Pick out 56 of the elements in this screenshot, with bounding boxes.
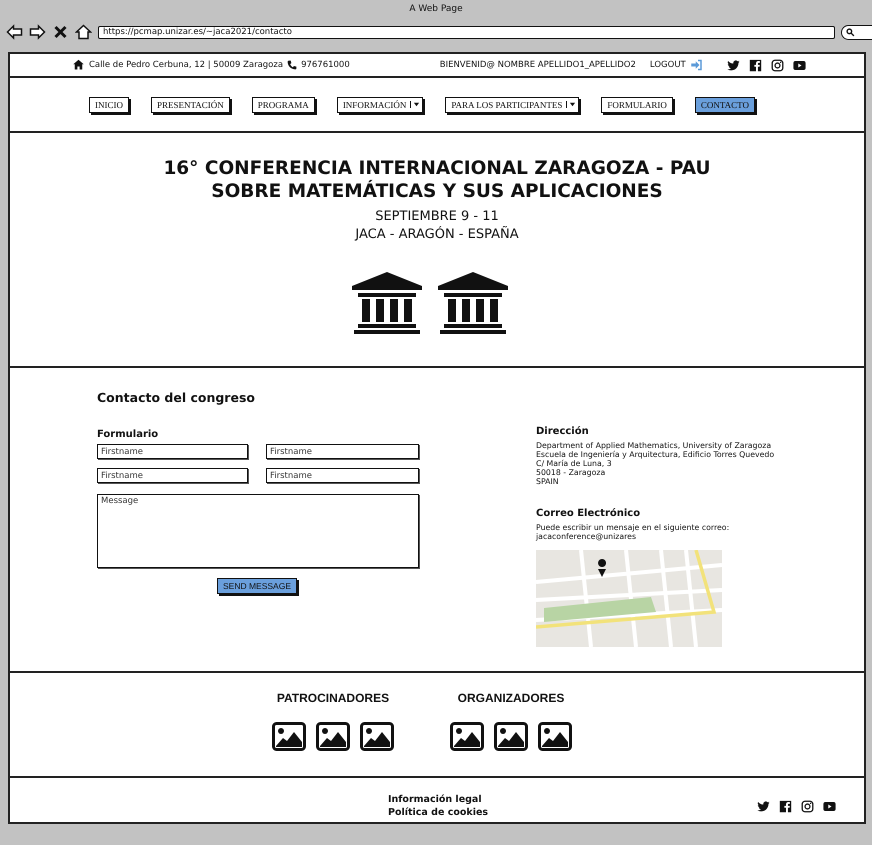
logos-heading: ORGANIZADORES: [458, 691, 564, 705]
nav-button[interactable]: INICIO: [89, 96, 129, 112]
caret-icon: [569, 101, 576, 108]
back-icon[interactable]: [6, 24, 23, 40]
email-heading: Correo Electrónico: [536, 508, 642, 519]
nav-button[interactable]: FORMULARIO: [601, 96, 673, 112]
nav-button[interactable]: CONTACTO: [694, 96, 755, 112]
login-icon: [690, 59, 703, 71]
dropdown-button[interactable]: PARA LOS PARTICIPANTES: [445, 96, 580, 112]
image-icon: [316, 722, 350, 751]
bird-icon[interactable]: [757, 800, 770, 812]
temple-icon: [438, 272, 508, 334]
footer-link[interactable]: Información legal: [388, 793, 488, 806]
address-heading: Dirección: [536, 426, 590, 437]
dropdown-button[interactable]: INFORMACIÓN: [336, 96, 424, 112]
conference-title: SOBRE MATEMÁTICAS Y SUS APLICACIONES: [210, 180, 664, 203]
logout-link[interactable]: LOGOUT: [650, 60, 686, 70]
bird-icon[interactable]: [726, 58, 740, 72]
phone-number: 976761000: [301, 60, 350, 70]
conference-title: 16° CONFERENCIA INTERNACIONAL ZARAGOZA - PAU: [162, 157, 712, 180]
send-button[interactable]: SEND MESSAGE: [216, 578, 298, 594]
nav-button[interactable]: PRESENTACIÓN: [151, 96, 230, 112]
play-icon[interactable]: [823, 800, 836, 812]
camera-icon[interactable]: [801, 800, 814, 812]
search-icon: [846, 28, 855, 36]
conference-subtitle: SEPTIEMBRE 9 - 11: [374, 208, 500, 226]
input-field[interactable]: Firstname: [266, 444, 419, 459]
footer-link[interactable]: Política de cookies: [388, 806, 488, 819]
image-icon: [494, 722, 528, 751]
image-icon: [272, 722, 306, 751]
image-icon: [450, 722, 484, 751]
nav-button[interactable]: PROGRAMA: [252, 96, 315, 112]
home-icon: [72, 59, 85, 71]
temple-icon: [352, 272, 422, 334]
input-field[interactable]: Firstname: [266, 468, 419, 483]
section-heading: Contacto del congreso: [97, 390, 256, 405]
phone-icon: [287, 60, 298, 70]
close-icon[interactable]: [52, 24, 69, 40]
address-text: Calle de Pedro Cerbuna, 12 | 50009 Zaragoza: [89, 60, 284, 70]
camera-icon[interactable]: [770, 58, 784, 72]
home-icon[interactable]: [75, 24, 92, 40]
conference-subtitle: JACA - ARAGÓN - ESPAÑA: [354, 226, 520, 244]
input-field[interactable]: Firstname: [97, 468, 248, 483]
image-icon: [538, 722, 572, 751]
input-field[interactable]: Firstname: [97, 444, 248, 459]
play-icon[interactable]: [792, 58, 806, 72]
form-heading: Formulario: [97, 429, 160, 440]
window-title: A Web Page: [408, 3, 464, 16]
message-field[interactable]: Message: [97, 494, 419, 568]
image-icon: [360, 722, 394, 751]
forward-icon[interactable]: [29, 24, 46, 40]
logos-heading: PATROCINADORES: [276, 691, 390, 705]
welcome-text: BIENVENID@ NOMBRE APELLIDO1_APELLIDO2: [440, 60, 636, 70]
address-bar[interactable]: https://pcmap.unizar.es/~jaca2021/contacto: [98, 26, 835, 38]
search-field[interactable]: [841, 24, 872, 40]
caret-icon: [413, 101, 420, 108]
